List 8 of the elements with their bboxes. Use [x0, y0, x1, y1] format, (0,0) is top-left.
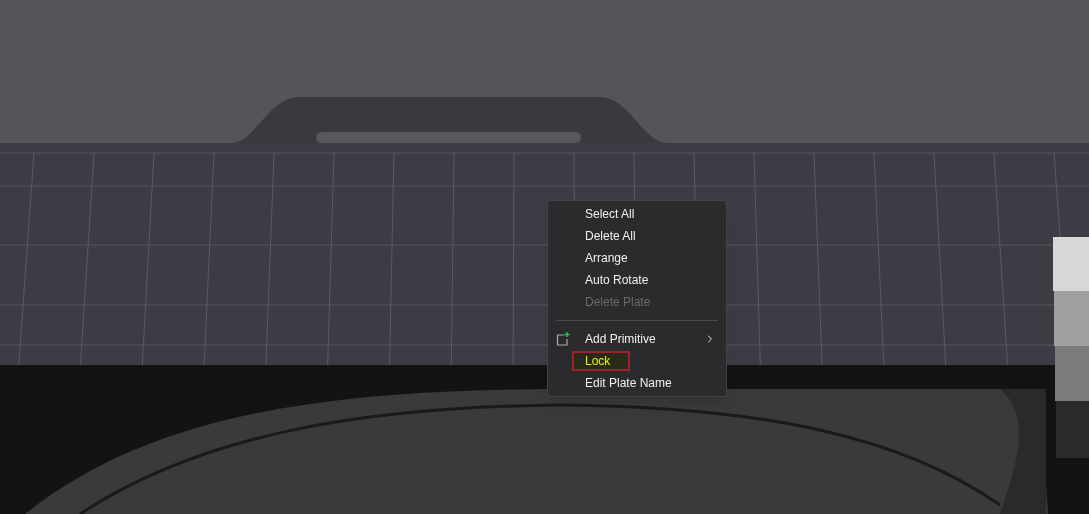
- menu-item[interactable]: Arrange: [548, 247, 726, 269]
- menu-item[interactable]: Edit Plate Name: [548, 372, 726, 394]
- menu-item[interactable]: Add Primitive: [548, 328, 726, 350]
- menu-item[interactable]: Delete All: [548, 225, 726, 247]
- menu-item[interactable]: Select All: [548, 203, 726, 225]
- add-shape-icon: [556, 332, 570, 346]
- menu-item[interactable]: Auto Rotate: [548, 269, 726, 291]
- menu-item[interactable]: Lock: [548, 350, 726, 372]
